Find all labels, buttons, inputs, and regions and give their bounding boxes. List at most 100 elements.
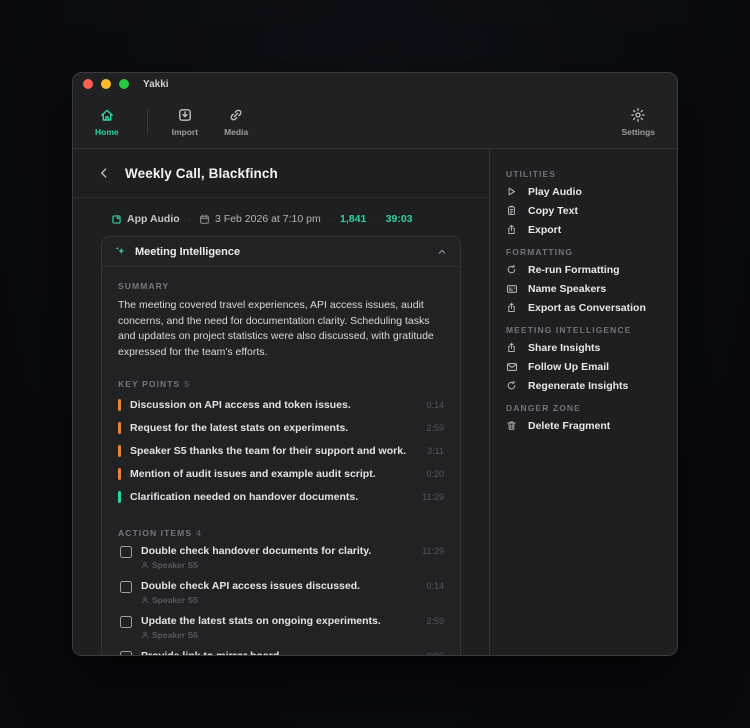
sidebar-item-share-insights[interactable]: Share Insights: [506, 338, 661, 357]
export-icon: [506, 302, 519, 313]
sidebar-item-follow-up-email[interactable]: Follow Up Email: [506, 357, 661, 376]
window-title: Yakki: [143, 79, 169, 90]
action-item-timestamp: 2:59: [426, 616, 444, 626]
media-link-icon: [228, 106, 244, 124]
card-title: Meeting Intelligence: [135, 246, 428, 258]
sidebar-item-label: Re-run Formatting: [528, 264, 620, 276]
sidebar-section-label: Meeting Intelligence: [506, 325, 661, 335]
sidebar-section-label: Utilities: [506, 169, 661, 179]
app-audio-icon: [111, 214, 122, 225]
key-points-list: Discussion on API access and token issue…: [118, 393, 444, 508]
fragment-scroll-area[interactable]: App Audio · 3 Feb 2026 at 7:10 pm · 1,84…: [73, 198, 489, 656]
action-item-text: Provide link to mirror board.: [141, 650, 416, 656]
sidebar-section-label: Danger Zone: [506, 403, 661, 413]
refresh-icon: [506, 380, 519, 391]
key-point-timestamp: 2:59: [426, 423, 444, 433]
key-point-row[interactable]: Discussion on API access and token issue…: [118, 393, 444, 416]
action-item-checkbox[interactable]: [120, 651, 132, 656]
key-points-section-label: Key Points5: [118, 379, 444, 389]
summary-text: The meeting covered travel experiences, …: [118, 298, 444, 360]
zoom-window-button[interactable]: [119, 79, 129, 89]
sidebar-item-export-as-conversation[interactable]: Export as Conversation: [506, 298, 661, 317]
sidebar-item-label: Play Audio: [528, 186, 582, 198]
action-item-speaker: Speaker S5: [141, 595, 416, 605]
minimize-window-button[interactable]: [101, 79, 111, 89]
sidebar-item-re-run-formatting[interactable]: Re-run Formatting: [506, 260, 661, 279]
key-point-timestamp: 0:20: [426, 469, 444, 479]
sidebar-item-export[interactable]: Export: [506, 220, 661, 239]
actions-sidebar: Utilities Play Audio Copy Text Export Fo…: [489, 149, 677, 656]
key-point-text: Clarification needed on handover documen…: [130, 491, 412, 503]
sparkle-icon: [114, 245, 127, 258]
settings-gear-icon: [630, 106, 646, 124]
sidebar-item-label: Export: [528, 224, 561, 236]
sidebar-item-play-audio[interactable]: Play Audio: [506, 182, 661, 201]
key-point-text: Request for the latest stats on experime…: [130, 422, 416, 434]
sidebar-item-regenerate-insights[interactable]: Regenerate Insights: [506, 376, 661, 395]
date-label: 3 Feb 2026 at 7:10 pm: [215, 213, 321, 225]
toolbar-home-button[interactable]: Home: [95, 106, 119, 137]
sidebar-item-label: Name Speakers: [528, 283, 606, 295]
action-item-text: Double check handover documents for clar…: [141, 545, 412, 557]
sidebar-item-copy-text[interactable]: Copy Text: [506, 201, 661, 220]
action-item-checkbox[interactable]: [120, 581, 132, 593]
home-icon: [99, 106, 115, 124]
summary-section-label: Summary: [118, 281, 444, 291]
page-header: Weekly Call, Blackfinch: [73, 149, 489, 198]
person-icon: [141, 631, 149, 639]
key-point-row[interactable]: Speaker S5 thanks the team for their sup…: [118, 439, 444, 462]
action-item-checkbox[interactable]: [120, 546, 132, 558]
meeting-intelligence-card: Meeting Intelligence Summary The meeting…: [101, 236, 461, 656]
toolbar-media-button[interactable]: Media: [224, 106, 248, 137]
trash-icon: [506, 420, 519, 431]
id-card-icon: [506, 283, 519, 295]
import-icon: [177, 106, 193, 124]
toolbar-divider: [147, 110, 148, 134]
sidebar-section: Meeting Intelligence Share Insights Foll…: [506, 325, 661, 395]
toolbar-import-label: Import: [172, 127, 198, 137]
action-item-row[interactable]: Provide link to mirror board. Speaker S6…: [118, 650, 444, 656]
calendar-icon: [199, 214, 210, 225]
action-item-timestamp: 11:29: [422, 546, 444, 556]
duration: 39:03: [386, 213, 413, 225]
toolbar-import-button[interactable]: Import: [172, 106, 198, 137]
key-point-color-bar: [118, 399, 121, 411]
toolbar-settings-button[interactable]: Settings: [621, 106, 655, 137]
person-icon: [141, 596, 149, 604]
page-title: Weekly Call, Blackfinch: [125, 166, 278, 181]
mail-icon: [506, 361, 519, 373]
action-item-row[interactable]: Update the latest stats on ongoing exper…: [118, 615, 444, 640]
sidebar-item-label: Delete Fragment: [528, 420, 610, 432]
key-point-row[interactable]: Mention of audit issues and example audi…: [118, 462, 444, 485]
toolbar-settings-label: Settings: [621, 127, 655, 137]
action-item-row[interactable]: Double check handover documents for clar…: [118, 545, 444, 570]
sidebar-item-name-speakers[interactable]: Name Speakers: [506, 279, 661, 298]
toolbar: Home Import Media: [73, 95, 677, 148]
action-item-checkbox[interactable]: [120, 616, 132, 628]
key-point-row[interactable]: Request for the latest stats on experime…: [118, 416, 444, 439]
export-icon: [506, 224, 519, 235]
key-point-text: Speaker S5 thanks the team for their sup…: [130, 445, 417, 457]
toolbar-home-label: Home: [95, 127, 119, 137]
action-items-section-label: Action Items4: [118, 528, 444, 538]
sidebar-item-delete-fragment[interactable]: Delete Fragment: [506, 416, 661, 435]
person-icon: [141, 561, 149, 569]
action-item-row[interactable]: Double check API access issues discussed…: [118, 580, 444, 605]
sidebar-item-label: Export as Conversation: [528, 302, 646, 314]
collapse-chevron-icon[interactable]: [436, 246, 448, 258]
meta-separator: ·: [374, 214, 377, 225]
sidebar-section: Danger Zone Delete Fragment: [506, 403, 661, 435]
sidebar-item-label: Share Insights: [528, 342, 600, 354]
key-point-timestamp: 0:14: [426, 400, 444, 410]
titlebar: Yakki: [73, 73, 677, 95]
meeting-intelligence-header[interactable]: Meeting Intelligence: [102, 237, 460, 267]
close-window-button[interactable]: [83, 79, 93, 89]
action-item-speaker: Speaker S6: [141, 630, 416, 640]
fragment-meta-row: App Audio · 3 Feb 2026 at 7:10 pm · 1,84…: [101, 213, 461, 225]
meta-separator: ·: [188, 214, 191, 225]
key-point-text: Mention of audit issues and example audi…: [130, 468, 416, 480]
key-point-row[interactable]: Clarification needed on handover documen…: [118, 485, 444, 508]
action-item-text: Double check API access issues discussed…: [141, 580, 416, 592]
back-button[interactable]: [95, 164, 113, 182]
sidebar-item-label: Regenerate Insights: [528, 380, 628, 392]
